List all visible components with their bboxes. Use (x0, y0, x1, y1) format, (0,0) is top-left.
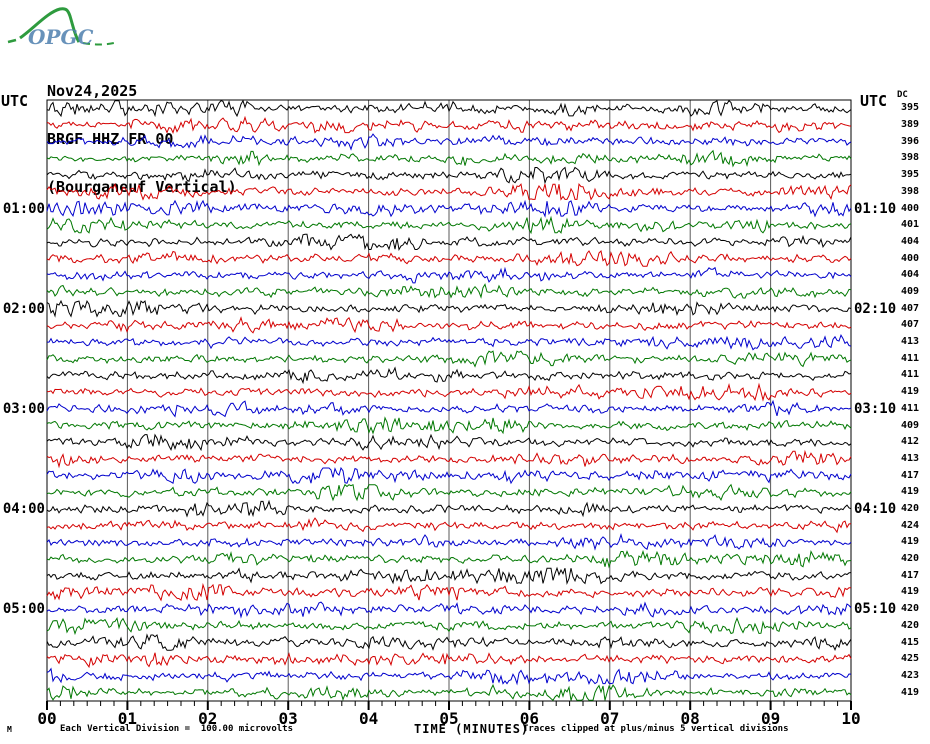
dc-offset-value: 417 (901, 470, 920, 481)
dc-offset-value: 404 (901, 236, 920, 247)
x-tick-label: 10 (841, 709, 861, 728)
dc-offset-value: 412 (901, 436, 920, 447)
dc-offset-value: 411 (901, 403, 920, 414)
dc-offset-value: 398 (901, 152, 920, 163)
dc-offset-value: 395 (901, 169, 920, 180)
right-hour-label: 05:10 (854, 601, 897, 617)
x-axis-title: TIME (MINUTES) (414, 722, 530, 736)
dc-offset-value: 409 (901, 286, 920, 297)
dc-offset-value: 424 (901, 520, 920, 531)
dc-offset-value: 425 (901, 653, 920, 664)
dc-offset-value: 411 (901, 369, 920, 380)
dc-offset-value: 420 (901, 503, 920, 514)
dc-offset-value: 420 (901, 620, 920, 631)
left-hour-label: 05:00 (2, 601, 45, 617)
right-hour-label: 01:10 (854, 201, 897, 217)
dc-offset-value: 413 (901, 453, 920, 464)
right-hour-label: 02:10 (854, 301, 897, 317)
dc-offset-value: 398 (901, 186, 920, 197)
scale-note: Each Vertical Division = 100.00 microvol… (60, 724, 293, 734)
left-hour-label: 04:00 (2, 501, 45, 517)
dc-offset-value: 419 (901, 486, 920, 497)
right-hour-label: 03:10 (854, 401, 897, 417)
dc-offset-value: 400 (901, 203, 920, 214)
x-tick-label: 00 (37, 709, 57, 728)
right-hour-label: 04:10 (854, 501, 897, 517)
dc-offset-value: 409 (901, 420, 920, 431)
dc-offset-value: 419 (901, 386, 920, 397)
dc-offset-value: 400 (901, 253, 920, 264)
dc-offset-value: 404 (901, 269, 920, 280)
dc-offset-value: 419 (901, 536, 920, 547)
dc-offset-value: 413 (901, 336, 920, 347)
dc-offset-value: 407 (901, 303, 920, 314)
helicorder-plot (46, 99, 852, 710)
dc-offset-value: 420 (901, 553, 920, 564)
dc-offset-value: 415 (901, 637, 920, 648)
left-hour-label: 01:00 (2, 201, 45, 217)
left-hour-label: 02:00 (2, 301, 45, 317)
dc-offset-value: 419 (901, 586, 920, 597)
dc-offset-value: 389 (901, 119, 920, 130)
dc-offset-value: 396 (901, 136, 920, 147)
x-tick-label: 04 (358, 709, 379, 728)
clip-note: Traces clipped at plus/minus 5 vertical … (523, 724, 789, 734)
dc-offset-value: 411 (901, 353, 920, 364)
dc-offset-value: 395 (901, 102, 920, 113)
left-hour-label: 03:00 (2, 401, 45, 417)
webicorder-page: OPGC Nov24,2025 BRGF HHZ FR 00 (Bourgane… (0, 0, 930, 744)
dc-offset-value: 401 (901, 219, 920, 230)
dc-offset-value: 419 (901, 687, 920, 698)
dc-offset-value: 423 (901, 670, 920, 681)
corner-mark: M (7, 725, 12, 734)
dc-offset-value: 407 (901, 319, 920, 330)
dc-offset-value: 417 (901, 570, 920, 581)
dc-offset-value: 420 (901, 603, 920, 614)
